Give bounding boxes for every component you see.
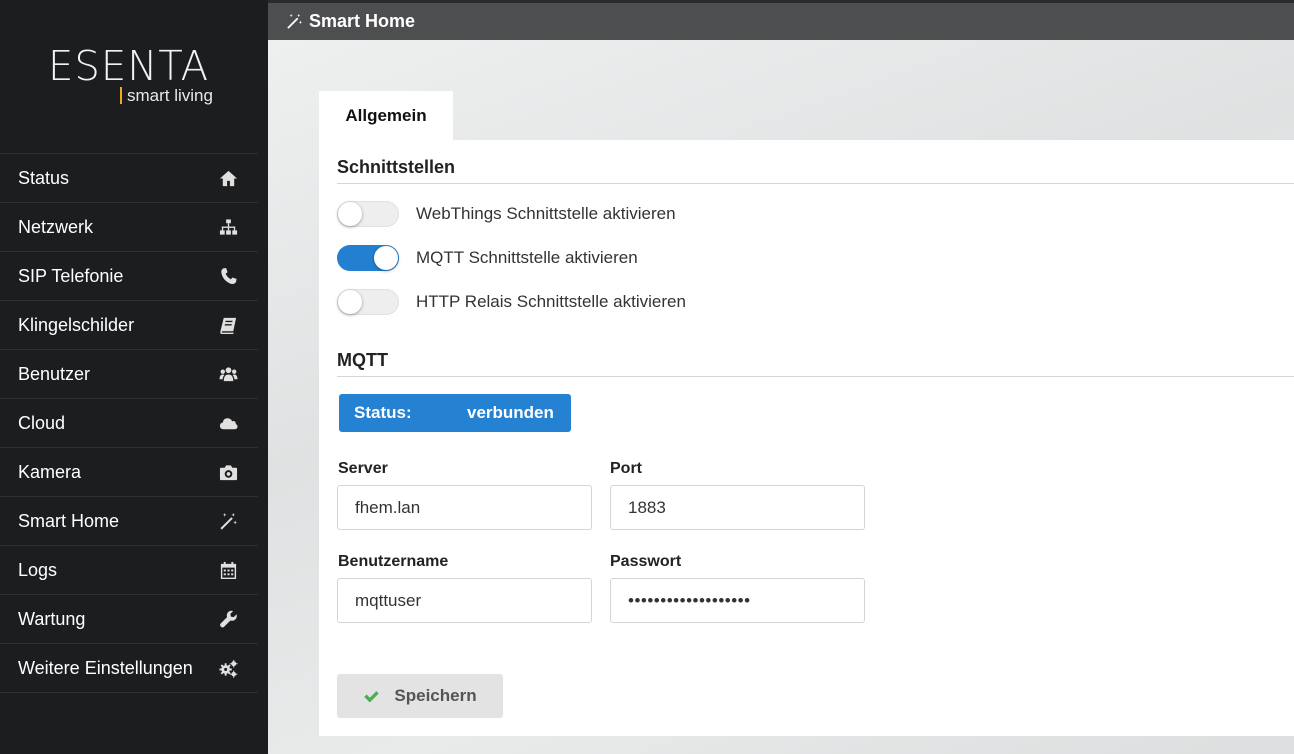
server-label: Server [338, 460, 388, 477]
tab-allgemein[interactable]: Allgemein [319, 91, 453, 140]
sidebar-item-logs[interactable]: Logs [0, 546, 258, 595]
esenta-logo: ESENTA smart living [48, 44, 218, 114]
phone-icon [218, 266, 238, 286]
sidebar-item-label: Weitere Einstellungen [18, 657, 193, 678]
status-value: verbunden [467, 403, 554, 422]
sidebar-item-label: Status [18, 167, 70, 188]
status-badge: Status: verbunden [339, 394, 571, 432]
username-label: Benutzername [338, 553, 449, 570]
sidebar-item-label: Benutzer [18, 363, 91, 384]
cloud-icon [218, 413, 238, 433]
book-icon [218, 315, 238, 335]
sidebar-item-netzwerk[interactable]: Netzwerk [0, 203, 258, 252]
sidebar-item-benutzer[interactable]: Benutzer [0, 350, 258, 399]
logo-sub-text: smart living [120, 87, 213, 104]
divider [337, 376, 1294, 377]
page-title: Smart Home [309, 11, 416, 31]
page-header: Smart Home [268, 0, 1294, 40]
sidebar-item-klingelschilder[interactable]: Klingelschilder [0, 301, 258, 350]
toggle-knob [374, 246, 398, 270]
toggle-row-webthings: WebThings Schnittstelle aktivieren [337, 200, 676, 228]
port-label: Port [610, 460, 642, 477]
sidebar-item-cloud[interactable]: Cloud [0, 399, 258, 448]
sidebar: ESENTA smart living Status Netzwerk SIP … [0, 0, 268, 754]
toggle-label: MQTT Schnittstelle aktivieren [416, 248, 638, 267]
password-input[interactable] [610, 578, 865, 623]
http-relais-toggle[interactable] [337, 289, 399, 315]
server-input[interactable] [337, 485, 592, 530]
sidebar-item-label: Smart Home [18, 510, 120, 531]
wrench-icon [218, 609, 238, 629]
sidebar-item-sip-telefonie[interactable]: SIP Telefonie [0, 252, 258, 301]
divider [337, 183, 1294, 184]
camera-icon [218, 462, 238, 482]
settings-panel: Schnittstellen WebThings Schnittstelle a… [319, 140, 1294, 736]
sidebar-item-weitere-einstellungen[interactable]: Weitere Einstellungen [0, 644, 258, 693]
cogs-icon [218, 658, 238, 678]
toggle-knob [338, 202, 362, 226]
section-title-mqtt: MQTT [337, 350, 388, 370]
toggle-knob [338, 290, 362, 314]
sidebar-item-status[interactable]: Status [0, 154, 258, 203]
sidebar-item-label: Wartung [18, 608, 86, 629]
sidebar-item-kamera[interactable]: Kamera [0, 448, 258, 497]
home-icon [218, 168, 238, 188]
magic-wand-icon [218, 511, 238, 531]
sidebar-item-label: Cloud [18, 412, 66, 433]
save-label: Speichern [394, 686, 477, 705]
save-button[interactable]: Speichern [337, 674, 503, 718]
sidebar-item-label: SIP Telefonie [18, 265, 124, 286]
password-label: Passwort [610, 553, 682, 570]
sidebar-item-smart-home[interactable]: Smart Home [0, 497, 258, 546]
toggle-label: WebThings Schnittstelle aktivieren [416, 204, 676, 223]
users-icon [218, 364, 238, 384]
section-title-interfaces: Schnittstellen [337, 157, 456, 177]
sidebar-item-label: Logs [18, 559, 58, 580]
sidebar-item-wartung[interactable]: Wartung [0, 595, 258, 644]
sitemap-icon [218, 217, 238, 237]
toggle-row-http-relais: HTTP Relais Schnittstelle aktivieren [337, 288, 686, 316]
sidebar-item-label: Kamera [18, 461, 82, 482]
toggle-label: HTTP Relais Schnittstelle aktivieren [416, 292, 686, 311]
logo-main-text: ESENTA [48, 42, 210, 90]
check-icon [364, 690, 380, 702]
toggle-row-mqtt: MQTT Schnittstelle aktivieren [337, 244, 638, 272]
username-input[interactable] [337, 578, 592, 623]
magic-wand-icon [287, 13, 303, 29]
sidebar-item-label: Netzwerk [18, 216, 94, 237]
status-label: Status: [354, 403, 412, 422]
sidebar-nav: Status Netzwerk SIP Telefonie Klingelsch… [0, 153, 258, 693]
port-input[interactable] [610, 485, 865, 530]
webthings-toggle[interactable] [337, 201, 399, 227]
calendar-icon [218, 560, 238, 580]
sidebar-item-label: Klingelschilder [18, 314, 135, 335]
mqtt-toggle[interactable] [337, 245, 399, 271]
